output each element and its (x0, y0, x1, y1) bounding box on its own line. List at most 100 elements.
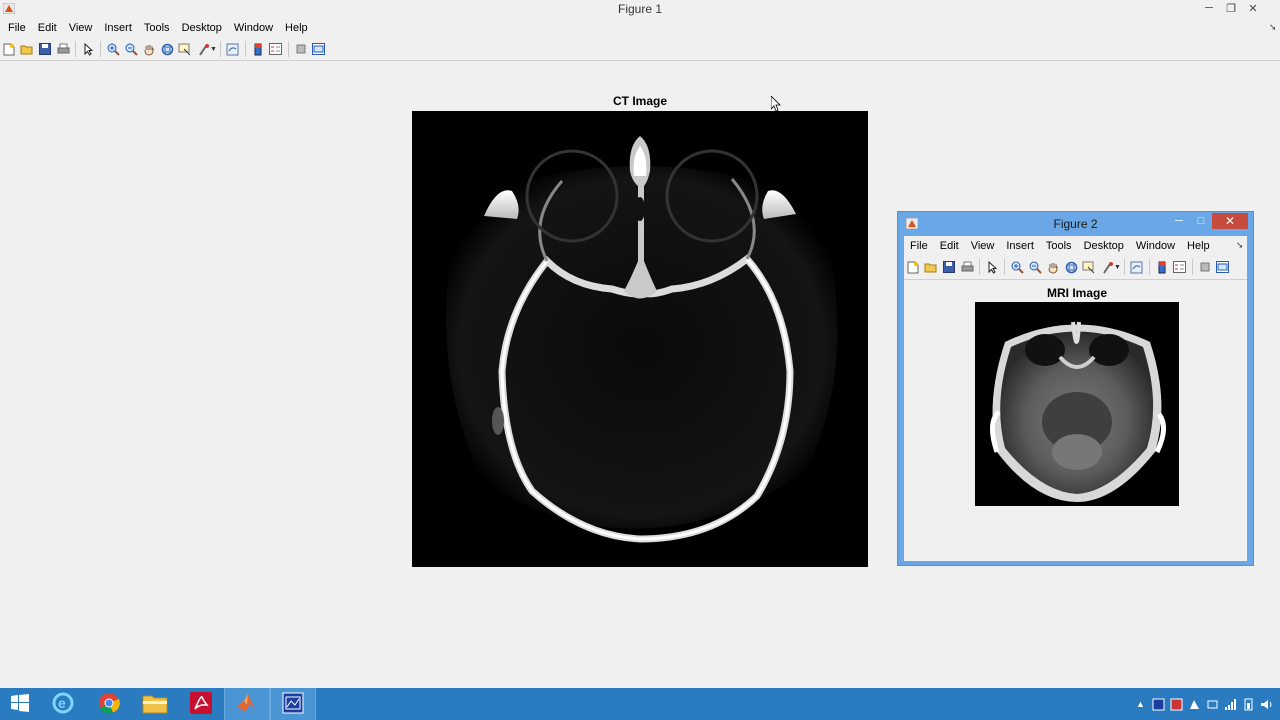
battery-icon[interactable] (1241, 697, 1256, 712)
data-cursor-icon[interactable] (176, 40, 194, 58)
menu-window[interactable]: Window (228, 20, 279, 36)
hide-plot-tools-icon[interactable] (1196, 258, 1214, 276)
colorbar-icon[interactable] (1153, 258, 1171, 276)
toolbar-separator (1004, 259, 1005, 275)
rotate-3d-icon[interactable] (158, 40, 176, 58)
internet-explorer-icon: e (51, 691, 75, 718)
menu-insert[interactable]: Insert (1000, 238, 1040, 254)
menu-help[interactable]: Help (279, 20, 314, 36)
legend-icon[interactable] (1171, 258, 1189, 276)
open-file-icon[interactable] (922, 258, 940, 276)
maximize-button[interactable]: □ (1190, 213, 1212, 229)
minimize-button[interactable]: ─ (1198, 0, 1220, 16)
figure1-toolbar: ▼ (0, 40, 328, 58)
svg-text:e: e (58, 695, 66, 711)
menubar-dock-icon[interactable]: ➘ (1269, 22, 1277, 33)
print-icon[interactable] (54, 40, 72, 58)
chrome-icon (97, 691, 121, 718)
taskbar-acrobat-button[interactable] (178, 688, 224, 720)
menu-file[interactable]: File (2, 20, 32, 36)
menu-edit[interactable]: Edit (934, 238, 965, 254)
minimize-button[interactable]: ─ (1168, 213, 1190, 229)
taskbar-ie-button[interactable]: e (40, 688, 86, 720)
menu-view[interactable]: View (965, 238, 1001, 254)
taskbar-chrome-button[interactable] (86, 688, 132, 720)
show-plot-tools-icon[interactable] (1214, 258, 1232, 276)
figure2-window[interactable]: Figure 2 ─ □ ✕ File Edit View Insert Too… (897, 211, 1254, 566)
tray-security-icon[interactable] (1169, 697, 1184, 712)
toolbar-separator (1148, 259, 1150, 275)
zoom-out-icon[interactable] (122, 40, 140, 58)
restore-icon: ❐ (1226, 2, 1236, 15)
toolbar-separator (1123, 259, 1125, 275)
taskbar-matlab-button[interactable] (224, 688, 270, 720)
menubar-dock-icon[interactable]: ➘ (1236, 240, 1244, 251)
toolbar-separator (244, 41, 246, 57)
brush-dropdown-icon[interactable]: ▼ (210, 46, 217, 53)
menu-desktop[interactable]: Desktop (176, 20, 228, 36)
brush-dropdown-icon[interactable]: ▼ (1114, 264, 1121, 271)
figure2-client-area: File Edit View Insert Tools Desktop Wind… (904, 236, 1247, 561)
menu-edit[interactable]: Edit (32, 20, 63, 36)
menu-help[interactable]: Help (1181, 238, 1216, 254)
toolbar-divider (0, 60, 1280, 61)
data-cursor-icon[interactable] (1080, 258, 1098, 276)
colorbar-icon[interactable] (249, 40, 267, 58)
menu-view[interactable]: View (63, 20, 99, 36)
ct-image-title: CT Image (612, 94, 667, 108)
taskbar: e ▲ (0, 688, 1280, 720)
figure1-title: Figure 1 (617, 2, 663, 16)
figure2-menubar: File Edit View Insert Tools Desktop Wind… (904, 238, 1216, 254)
show-hidden-icons-icon[interactable]: ▲ (1133, 697, 1148, 712)
hide-plot-tools-icon[interactable] (292, 40, 310, 58)
new-figure-icon[interactable] (0, 40, 18, 58)
show-plot-tools-icon[interactable] (310, 40, 328, 58)
ct-image[interactable] (412, 111, 868, 567)
network-signal-icon[interactable] (1223, 697, 1238, 712)
mri-image[interactable] (975, 302, 1179, 506)
toolbar-divider (904, 279, 1247, 280)
tray-network-adapter-icon[interactable] (1205, 697, 1220, 712)
toolbar-separator (287, 41, 289, 57)
zoom-in-icon[interactable] (1008, 258, 1026, 276)
save-icon[interactable] (36, 40, 54, 58)
file-explorer-icon (142, 692, 168, 717)
menu-tools[interactable]: Tools (138, 20, 176, 36)
menu-window[interactable]: Window (1130, 238, 1181, 254)
start-button[interactable] (0, 688, 40, 720)
link-plot-icon[interactable] (1128, 258, 1146, 276)
edit-plot-icon[interactable] (983, 258, 1001, 276)
toolbar-separator (219, 41, 221, 57)
menu-file[interactable]: File (904, 238, 934, 254)
system-tray: ▲ (1133, 688, 1274, 720)
minimize-icon: ─ (1175, 215, 1183, 227)
toolbar-separator (100, 41, 101, 57)
action-center-icon[interactable] (1187, 697, 1202, 712)
save-icon[interactable] (940, 258, 958, 276)
restore-button[interactable]: ❐ (1220, 0, 1242, 16)
taskbar-explorer-button[interactable] (132, 688, 178, 720)
edit-plot-icon[interactable] (79, 40, 97, 58)
rotate-3d-icon[interactable] (1062, 258, 1080, 276)
close-icon: ✕ (1248, 2, 1258, 15)
menu-tools[interactable]: Tools (1040, 238, 1078, 254)
volume-icon[interactable] (1259, 697, 1274, 712)
figure1-titlebar[interactable]: Figure 1 ─ ❐ ✕ (0, 0, 1280, 18)
start-icon (10, 693, 30, 716)
tray-app-icon[interactable] (1151, 697, 1166, 712)
menu-insert[interactable]: Insert (98, 20, 138, 36)
print-icon[interactable] (958, 258, 976, 276)
pan-icon[interactable] (1044, 258, 1062, 276)
zoom-in-icon[interactable] (104, 40, 122, 58)
menu-desktop[interactable]: Desktop (1078, 238, 1130, 254)
new-figure-icon[interactable] (904, 258, 922, 276)
taskbar-figure-button[interactable] (270, 688, 316, 720)
legend-icon[interactable] (267, 40, 285, 58)
link-plot-icon[interactable] (224, 40, 242, 58)
pan-icon[interactable] (140, 40, 158, 58)
close-button[interactable]: ✕ (1212, 213, 1248, 229)
zoom-out-icon[interactable] (1026, 258, 1044, 276)
mouse-cursor-icon (770, 95, 781, 115)
open-file-icon[interactable] (18, 40, 36, 58)
close-button[interactable]: ✕ (1242, 0, 1264, 16)
